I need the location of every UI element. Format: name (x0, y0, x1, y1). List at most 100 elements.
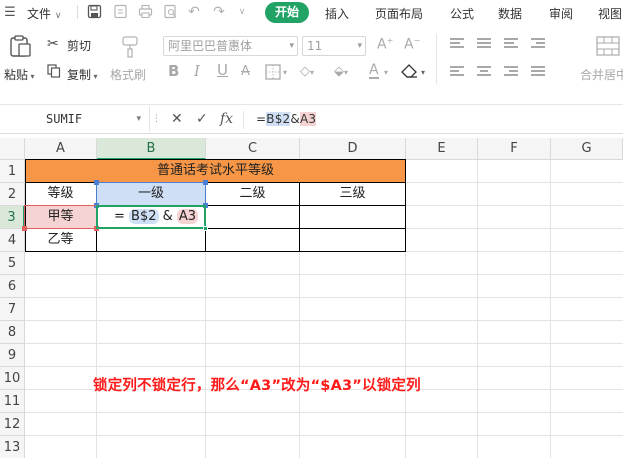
tab-formulas[interactable]: 公式 (450, 5, 474, 22)
row-header-5[interactable]: 5 (0, 252, 25, 275)
column-header-g[interactable]: G (551, 138, 623, 160)
align-left-icon[interactable] (450, 66, 464, 78)
borders-icon[interactable] (265, 64, 281, 83)
save-icon[interactable] (86, 4, 102, 20)
decrease-font-icon[interactable]: A− (404, 36, 420, 53)
bold-icon[interactable]: B (168, 62, 179, 80)
font-color-icon[interactable]: A (369, 63, 379, 79)
file-menu[interactable]: 文件 ∨ (27, 5, 61, 22)
divider (77, 5, 78, 19)
paste-label: 粘贴 (4, 68, 29, 82)
confirm-icon[interactable]: ✓ (196, 112, 208, 126)
row-header-9[interactable]: 9 (0, 344, 25, 367)
chevron-down-icon[interactable]: ▾ (283, 68, 287, 77)
table-border (25, 251, 406, 252)
row-header-10[interactable]: 10 (0, 367, 25, 390)
hamburger-icon[interactable]: ☰ (2, 5, 18, 21)
column-header-e[interactable]: E (406, 138, 478, 160)
file-menu-label: 文件 (27, 7, 52, 21)
column-header-d[interactable]: D (300, 138, 406, 160)
gridline (25, 320, 623, 321)
copy-button[interactable]: 复制 ▾ (67, 66, 98, 83)
strikethrough-icon[interactable]: A (241, 64, 250, 79)
chevron-down-icon: ▾ (357, 41, 362, 51)
cell-a4[interactable]: 乙等 (25, 229, 96, 251)
title-cell[interactable]: 普通话考试水平等级 (25, 160, 406, 182)
chevron-down-icon[interactable]: ▾ (421, 68, 425, 77)
undo-icon[interactable]: ↶ (186, 4, 202, 20)
tab-data[interactable]: 数据 (498, 5, 522, 22)
fill-handle[interactable] (203, 226, 208, 231)
chevron-down-icon: ▾ (136, 114, 141, 124)
font-name-value: 阿里巴巴普惠体 (168, 39, 253, 53)
table-border (25, 159, 406, 160)
align-right-icon[interactable] (504, 66, 518, 78)
eraser-icon[interactable] (401, 64, 419, 81)
cancel-icon[interactable]: ✕ (171, 112, 183, 126)
column-header-f[interactable]: F (478, 138, 551, 160)
tab-page-layout[interactable]: 页面布局 (375, 5, 423, 22)
increase-font-icon[interactable]: A+ (377, 36, 393, 53)
spreadsheet-grid: A B C D E F G 1 2 3 4 5 6 7 8 9 10 11 12… (0, 138, 623, 458)
resize-handle[interactable] (203, 180, 208, 185)
name-box-value: SUMIF (46, 112, 83, 126)
row-header-6[interactable]: 6 (0, 275, 25, 298)
font-size-select[interactable]: 11 ▾ (302, 36, 366, 56)
export-pdf-icon[interactable] (112, 4, 128, 20)
row-header-11[interactable]: 11 (0, 390, 25, 413)
select-all-corner[interactable] (0, 138, 25, 160)
column-header-b[interactable]: B (97, 138, 206, 160)
font-name-select[interactable]: 阿里巴巴普惠体 ▾ (163, 36, 298, 56)
name-box[interactable]: SUMIF ▾ (0, 107, 150, 131)
print-preview-icon[interactable] (162, 4, 178, 20)
tab-view[interactable]: 视图 (598, 5, 622, 22)
row-header-8[interactable]: 8 (0, 321, 25, 344)
align-center-icon[interactable] (477, 66, 491, 78)
tab-home[interactable]: 开始 (265, 2, 309, 23)
column-header-c[interactable]: C (206, 138, 300, 160)
row-header-1[interactable]: 1 (0, 160, 25, 183)
chevron-down-icon[interactable]: ▾ (384, 68, 388, 77)
insert-function-icon[interactable]: fx (220, 112, 233, 126)
row-header-7[interactable]: 7 (0, 298, 25, 321)
indent-icon[interactable] (531, 38, 545, 50)
chevron-down-icon: ▾ (91, 72, 98, 81)
align-bottom-icon[interactable] (504, 38, 518, 50)
table-border (405, 160, 406, 252)
formula-input[interactable]: =B$2&A3 (256, 112, 317, 126)
italic-icon[interactable]: I (194, 62, 200, 80)
merge-center-button[interactable]: 合并居中 (580, 66, 623, 83)
row-header-2[interactable]: 2 (0, 183, 25, 206)
more-quick-access-icon[interactable]: ∨ (234, 4, 250, 20)
row-header-13[interactable]: 13 (0, 436, 25, 458)
paint-bucket-icon[interactable]: ⬙▾ (334, 64, 348, 79)
paste-icon[interactable] (8, 34, 32, 61)
align-top-icon[interactable] (450, 38, 464, 50)
justify-icon[interactable] (531, 66, 545, 78)
cell-c2[interactable]: 二级 (206, 183, 299, 205)
resize-handle-icon[interactable]: ⋮ (152, 114, 161, 124)
fill-color-icon[interactable]: ◇▾ (300, 64, 314, 79)
merge-cells-icon (596, 36, 620, 59)
row-header-4[interactable]: 4 (0, 229, 25, 252)
underline-icon[interactable]: U (217, 61, 228, 79)
tab-review[interactable]: 审阅 (549, 5, 573, 22)
cell-c3[interactable] (206, 206, 299, 228)
resize-handle[interactable] (22, 226, 27, 231)
cell-a2[interactable]: 等级 (25, 183, 96, 205)
formula-operator: & (290, 112, 300, 126)
paste-button[interactable]: 粘贴 ▾ (4, 66, 35, 83)
cut-button[interactable]: 剪切 (67, 37, 91, 54)
redo-icon[interactable]: ↷ (211, 4, 227, 20)
resize-handle[interactable] (94, 180, 99, 185)
divider (243, 111, 244, 129)
cell-d2[interactable]: 三级 (300, 183, 405, 205)
column-header-a[interactable]: A (25, 138, 97, 160)
format-painter-button[interactable]: 格式刷 (110, 66, 146, 83)
print-icon[interactable] (137, 4, 153, 20)
cell-d3[interactable] (300, 206, 405, 228)
row-header-12[interactable]: 12 (0, 413, 25, 436)
formula-bar: SUMIF ▾ ⋮ ✕ ✓ fx =B$2&A3 (0, 104, 623, 134)
align-middle-icon[interactable] (477, 38, 491, 50)
tab-insert[interactable]: 插入 (325, 5, 349, 22)
